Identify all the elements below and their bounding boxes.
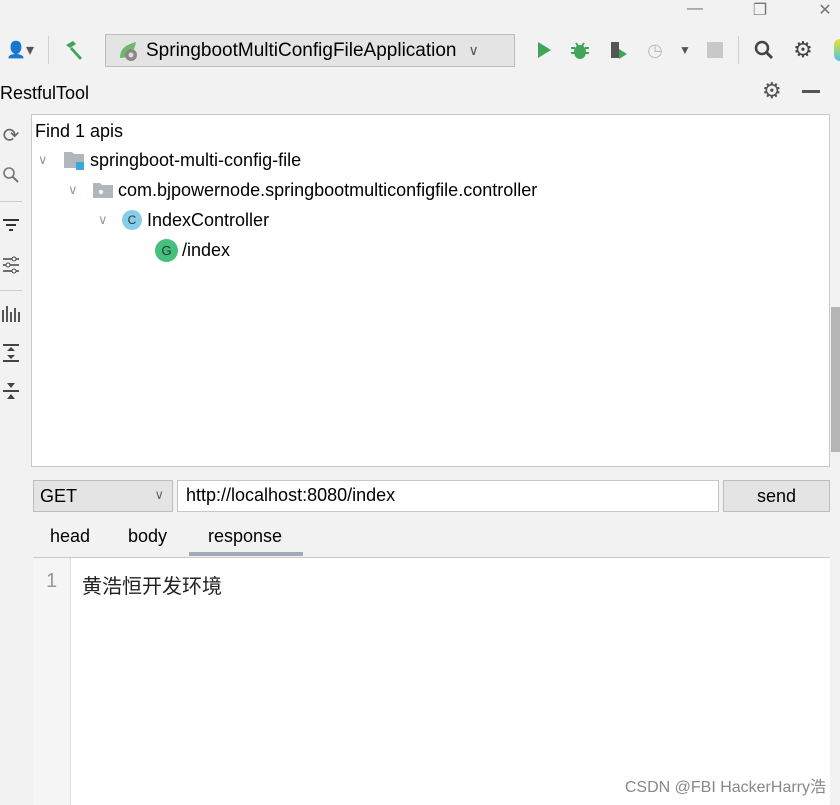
- send-button[interactable]: send: [723, 480, 830, 512]
- debug-icon[interactable]: [568, 38, 592, 62]
- divider: [0, 201, 22, 202]
- watermark: CSDN @FBI HackerHarry浩: [624, 779, 826, 796]
- profile-icon[interactable]: ◷: [643, 38, 667, 62]
- restore-button[interactable]: ❐: [745, 0, 775, 20]
- active-tab-underline: [189, 552, 303, 556]
- settings-gear-icon[interactable]: ⚙: [791, 37, 815, 62]
- method-value: GET: [40, 486, 78, 506]
- chevron-down-icon[interactable]: ∨: [38, 152, 54, 168]
- panel-title: RestfulTool: [0, 83, 90, 103]
- spring-boot-icon: [120, 41, 137, 61]
- tree-node-project[interactable]: ∨ springboot-multi-config-file: [38, 147, 301, 173]
- close-button[interactable]: ✕: [810, 0, 840, 20]
- search-icon[interactable]: [752, 38, 776, 62]
- chevron-down-icon: ∨: [154, 487, 164, 502]
- package-folder-icon: [93, 183, 113, 198]
- chevron-down-icon: ∨: [468, 42, 479, 58]
- api-tree: Find 1 apis ∨ springboot-multi-config-fi…: [31, 114, 830, 467]
- group-icon[interactable]: [0, 302, 22, 324]
- dropdown-arrow-icon[interactable]: ▼: [673, 38, 697, 62]
- tree-node-package[interactable]: ∨ com.bjpowernode.springbootmulticonfigf…: [68, 177, 537, 203]
- tree-node-endpoint[interactable]: G /index: [155, 237, 230, 263]
- search-icon[interactable]: [0, 164, 22, 186]
- run-config-label: SpringbootMultiConfigFileApplication: [146, 39, 457, 61]
- collapse-all-icon[interactable]: [0, 380, 22, 402]
- user-icon[interactable]: 👤▾: [0, 38, 40, 62]
- chevron-down-icon[interactable]: ∨: [98, 212, 114, 228]
- tab-head[interactable]: head: [50, 526, 90, 547]
- hide-panel-icon[interactable]: [802, 90, 820, 93]
- chevron-down-icon[interactable]: ∨: [68, 182, 84, 198]
- project-label: springboot-multi-config-file: [90, 149, 302, 170]
- options-sliders-icon[interactable]: [0, 254, 22, 276]
- tool-window-header: RestfulTool ⚙: [0, 78, 840, 110]
- tab-body[interactable]: body: [128, 526, 167, 547]
- response-text: 黄浩恒开发环境: [82, 574, 222, 598]
- tab-response[interactable]: response: [208, 526, 282, 547]
- build-hammer-icon[interactable]: [62, 38, 86, 62]
- module-folder-icon: [64, 152, 84, 170]
- coverage-icon[interactable]: [606, 38, 630, 62]
- stop-icon[interactable]: [703, 38, 727, 62]
- url-input[interactable]: http://localhost:8080/index: [177, 480, 719, 512]
- run-icon[interactable]: [532, 38, 556, 62]
- minimize-button[interactable]: —: [680, 0, 710, 20]
- get-method-icon: G: [155, 238, 178, 262]
- method-select[interactable]: GET ∨: [33, 480, 173, 512]
- divider: [0, 290, 22, 291]
- class-icon: C: [122, 210, 142, 230]
- expand-all-icon[interactable]: [0, 342, 22, 364]
- controller-label: IndexController: [147, 209, 270, 230]
- divider: [48, 36, 49, 64]
- divider: [738, 36, 739, 64]
- run-config-select[interactable]: SpringbootMultiConfigFileApplication ∨: [105, 34, 515, 67]
- url-value: http://localhost:8080/index: [186, 485, 396, 505]
- tree-summary: Find 1 apis: [35, 118, 123, 144]
- side-spacer: [0, 557, 22, 805]
- response-editor[interactable]: 1 黄浩恒开发环境: [33, 557, 830, 805]
- endpoint-label: /index: [182, 239, 231, 260]
- package-label: com.bjpowernode.springbootmulticonfigfil…: [118, 179, 538, 200]
- request-bar: GET ∨ http://localhost:8080/index send: [33, 480, 830, 512]
- refresh-icon[interactable]: ⟳: [0, 124, 22, 147]
- tree-node-controller[interactable]: ∨ C IndexController: [98, 207, 269, 233]
- summary-text: Find 1 apis: [35, 120, 124, 141]
- plugin-icon[interactable]: [828, 38, 840, 62]
- main-toolbar: 👤▾ SpringbootMultiConfigFileApplication …: [0, 30, 840, 70]
- line-numbers: 1: [33, 558, 71, 805]
- scrollbar[interactable]: [831, 307, 840, 452]
- filter-icon[interactable]: [0, 214, 22, 236]
- panel-settings-icon[interactable]: ⚙: [762, 78, 782, 104]
